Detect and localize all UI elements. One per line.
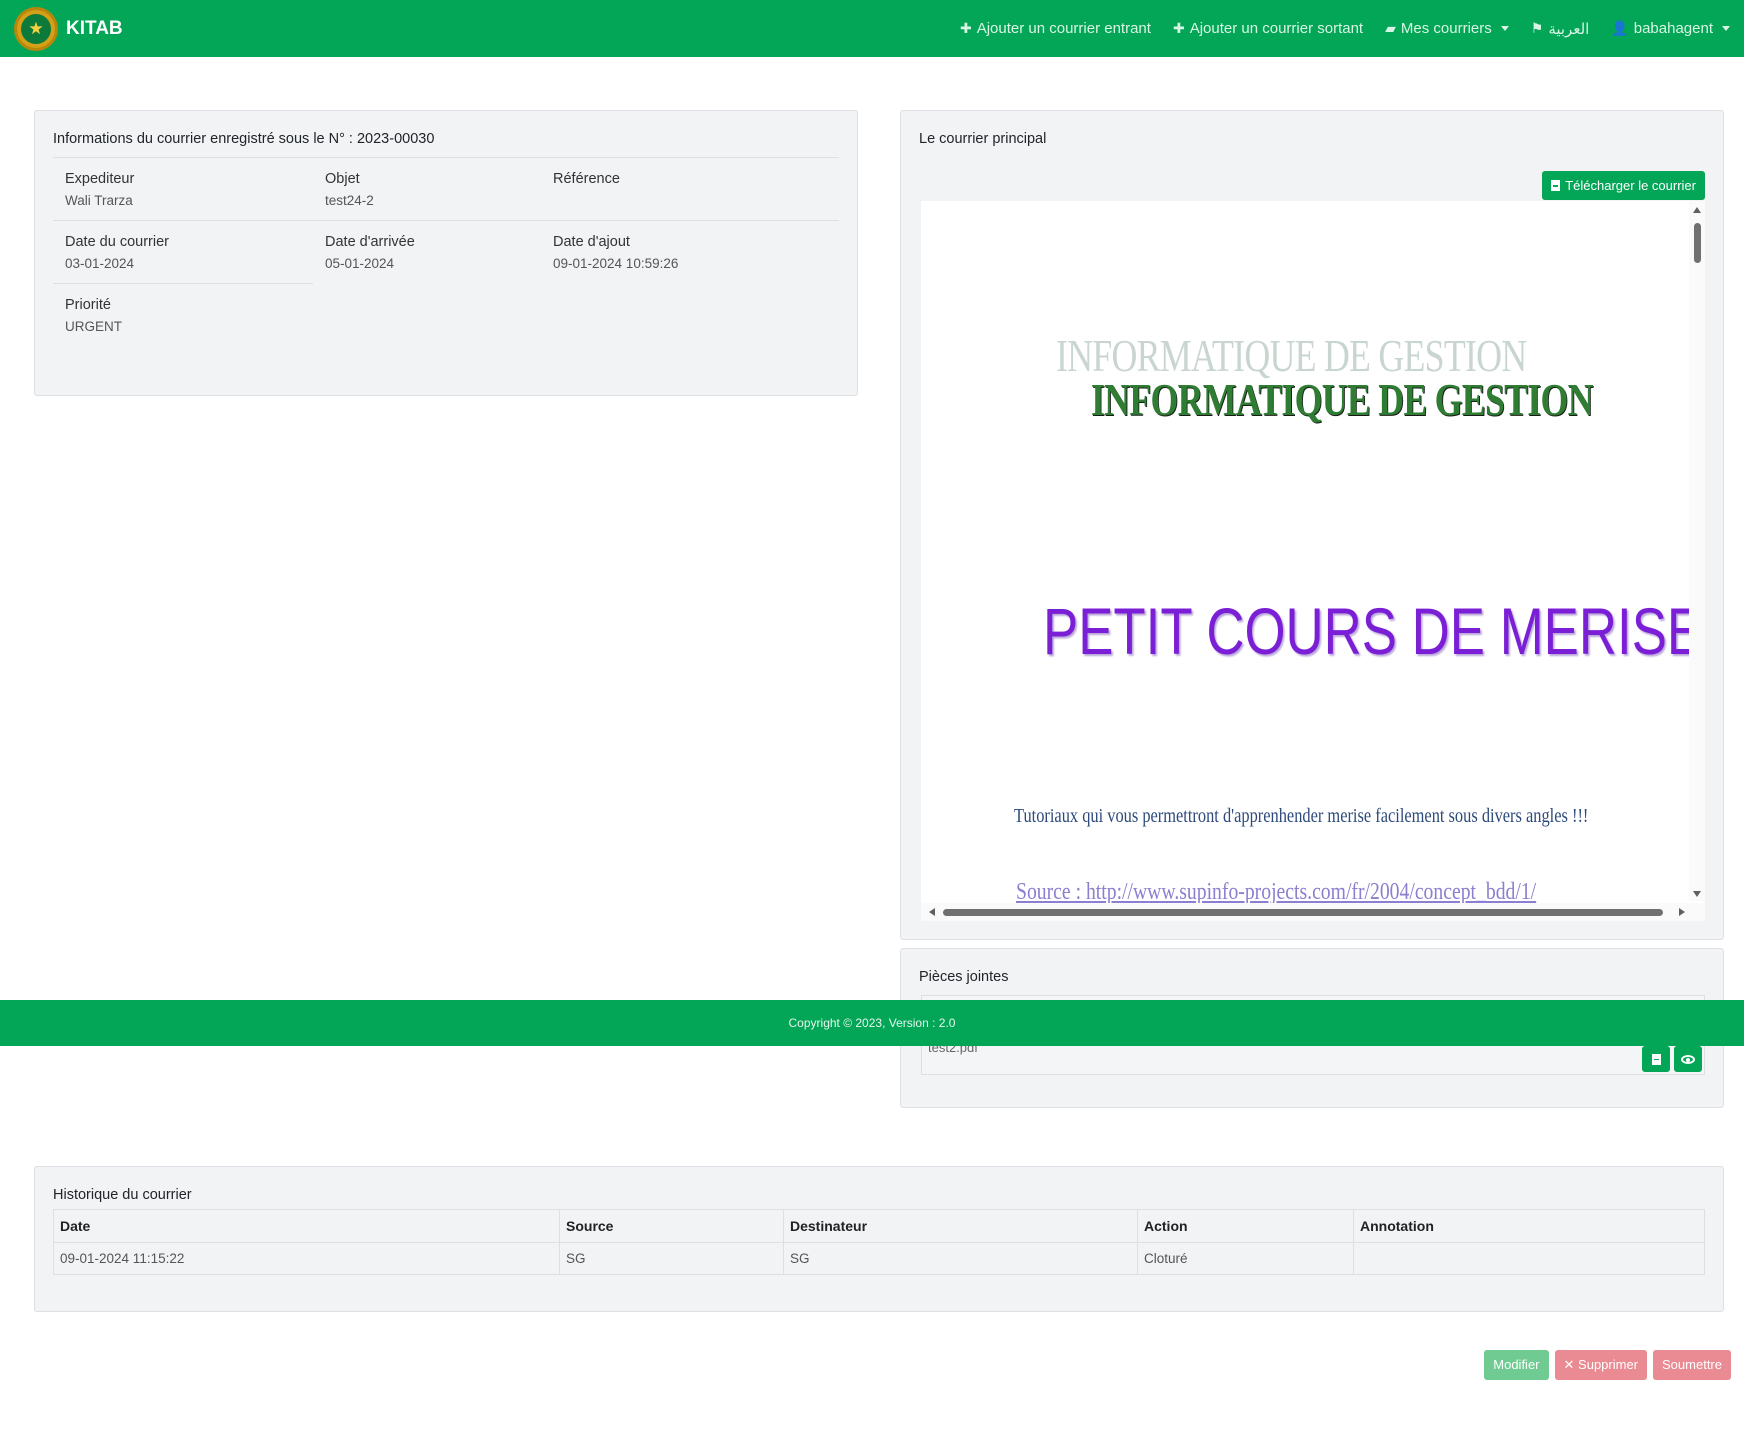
top-navbar: KITAB ✚ Ajouter un courrier entrant ✚ Aj… <box>0 0 1744 57</box>
copyright-text: Copyright © 2023, Version : 2.0 <box>788 1016 956 1030</box>
pdf-heading: INFORMATIQUE DE GESTION <box>1091 374 1594 425</box>
eye-icon <box>1681 1054 1695 1064</box>
view-attachment-button[interactable] <box>1674 1046 1702 1072</box>
field-label: Date d'ajout <box>553 234 630 250</box>
table-cell <box>1353 1242 1705 1275</box>
field-label: Objet <box>325 171 360 187</box>
nav-add-incoming[interactable]: ✚ Ajouter un courrier entrant <box>960 20 1151 37</box>
action-buttons: Modifier ✕ Supprimer Soumettre <box>1484 1350 1731 1380</box>
submit-button[interactable]: Soumettre <box>1653 1350 1731 1380</box>
field-value: 05-01-2024 <box>325 256 395 271</box>
field-label: Date d'arrivée <box>325 234 415 250</box>
scroll-down-icon[interactable] <box>1693 891 1701 897</box>
field-arrival-date: Date d'arrivée 05-01-2024 <box>313 221 541 284</box>
field-priority: Priorité URGENT <box>53 284 313 346</box>
plus-icon: ✚ <box>1172 20 1185 36</box>
field-reference: Référence <box>541 158 839 221</box>
history-card: Historique du courrier Date Source Desti… <box>34 1166 1724 1312</box>
nav-user-label: babahagent <box>1633 20 1713 37</box>
nav-language-label: العربية <box>1548 20 1590 38</box>
field-value: test24-2 <box>325 193 374 208</box>
pdf-title: PETIT COURS DE MERISE <box>1043 594 1703 668</box>
field-added-date: Date d'ajout 09-01-2024 10:59:26 <box>541 221 839 284</box>
table-cell: SG <box>559 1242 784 1275</box>
nav-my-mail-dropdown[interactable]: ▰ Mes courriers <box>1385 20 1509 37</box>
field-subject: Objet test24-2 <box>313 158 541 221</box>
column-header: Source <box>559 1209 784 1243</box>
table-row: 09-01-2024 11:15:22 SG SG Cloturé <box>53 1242 1705 1275</box>
history-table: Date Source Destinateur Action Annotatio… <box>53 1209 1705 1275</box>
vertical-scrollbar[interactable] <box>1689 201 1705 901</box>
field-value: 09-01-2024 10:59:26 <box>553 256 679 271</box>
flag-icon: ⚑ <box>1530 20 1544 36</box>
vertical-scroll-thumb[interactable] <box>1694 223 1701 263</box>
file-icon <box>1651 1053 1661 1065</box>
emblem-logo <box>14 6 58 51</box>
table-header-row: Date Source Destinateur Action Annotatio… <box>53 1209 1705 1243</box>
scroll-left-icon[interactable] <box>929 908 935 916</box>
folder-icon: ▰ <box>1385 20 1396 36</box>
field-value: Wali Trarza <box>65 193 133 208</box>
table-cell: Cloturé <box>1137 1242 1354 1275</box>
horizontal-scroll-thumb[interactable] <box>943 909 1663 916</box>
pdf-subtitle: Tutoriaux qui vous permettront d'apprenh… <box>1014 805 1589 827</box>
footer: Copyright © 2023, Version : 2.0 <box>0 1000 1744 1046</box>
download-mail-button[interactable]: Télécharger le courrier <box>1542 171 1705 200</box>
pdf-viewer[interactable]: INFORMATIQUE DE GESTION INFORMATIQUE DE … <box>921 201 1705 921</box>
plus-icon: ✚ <box>959 20 972 36</box>
delete-label: Supprimer <box>1578 1357 1639 1372</box>
table-cell: 09-01-2024 11:15:22 <box>53 1242 560 1275</box>
field-sender: Expediteur Wali Trarza <box>53 158 313 221</box>
brand-name: KITAB <box>66 17 123 39</box>
field-label: Date du courrier <box>65 234 169 250</box>
nav-user-dropdown[interactable]: 👤 babahagent <box>1611 20 1730 37</box>
history-title: Historique du courrier <box>53 1187 192 1203</box>
chevron-down-icon <box>1722 26 1730 31</box>
main-document-title: Le courrier principal <box>919 131 1047 147</box>
scroll-right-icon[interactable] <box>1679 908 1685 916</box>
field-label: Référence <box>553 171 620 187</box>
mail-info-title: Informations du courrier enregistré sous… <box>53 131 839 158</box>
field-label: Expediteur <box>65 171 135 187</box>
nav-language[interactable]: ⚑ العربية <box>1531 20 1590 38</box>
field-value: URGENT <box>65 319 122 334</box>
column-header: Date <box>53 1209 560 1243</box>
mail-info-card: Informations du courrier enregistré sous… <box>34 110 858 396</box>
user-icon: 👤 <box>1611 20 1629 36</box>
column-header: Destinateur <box>783 1209 1138 1243</box>
nav-add-incoming-label: Ajouter un courrier entrant <box>976 20 1151 37</box>
attachments-title: Pièces jointes <box>919 969 1009 985</box>
delete-button[interactable]: ✕ Supprimer <box>1554 1350 1648 1380</box>
column-header: Annotation <box>1353 1209 1705 1243</box>
main-document-card: Le courrier principal Télécharger le cou… <box>900 110 1724 940</box>
table-cell: SG <box>783 1242 1138 1275</box>
nav-my-mail-label: Mes courriers <box>1400 20 1492 37</box>
column-header: Action <box>1137 1209 1354 1243</box>
modify-button[interactable]: Modifier <box>1484 1350 1549 1380</box>
chevron-down-icon <box>1500 26 1509 31</box>
field-value: 03-01-2024 <box>65 256 135 271</box>
brand[interactable]: KITAB <box>14 6 123 51</box>
scroll-up-icon[interactable] <box>1693 207 1701 213</box>
close-icon: ✕ <box>1563 1357 1575 1372</box>
nav-add-outgoing-label: Ajouter un courrier sortant <box>1189 20 1364 37</box>
nav-add-outgoing[interactable]: ✚ Ajouter un courrier sortant <box>1173 20 1363 37</box>
download-mail-label: Télécharger le courrier <box>1565 178 1696 193</box>
field-mail-date: Date du courrier 03-01-2024 <box>53 221 313 284</box>
field-label: Priorité <box>65 297 111 313</box>
download-attachment-button[interactable] <box>1642 1046 1670 1072</box>
horizontal-scrollbar[interactable] <box>921 903 1705 921</box>
file-icon <box>1551 180 1561 191</box>
pdf-source-link: Source : http://www.supinfo-projects.com… <box>1016 879 1537 905</box>
